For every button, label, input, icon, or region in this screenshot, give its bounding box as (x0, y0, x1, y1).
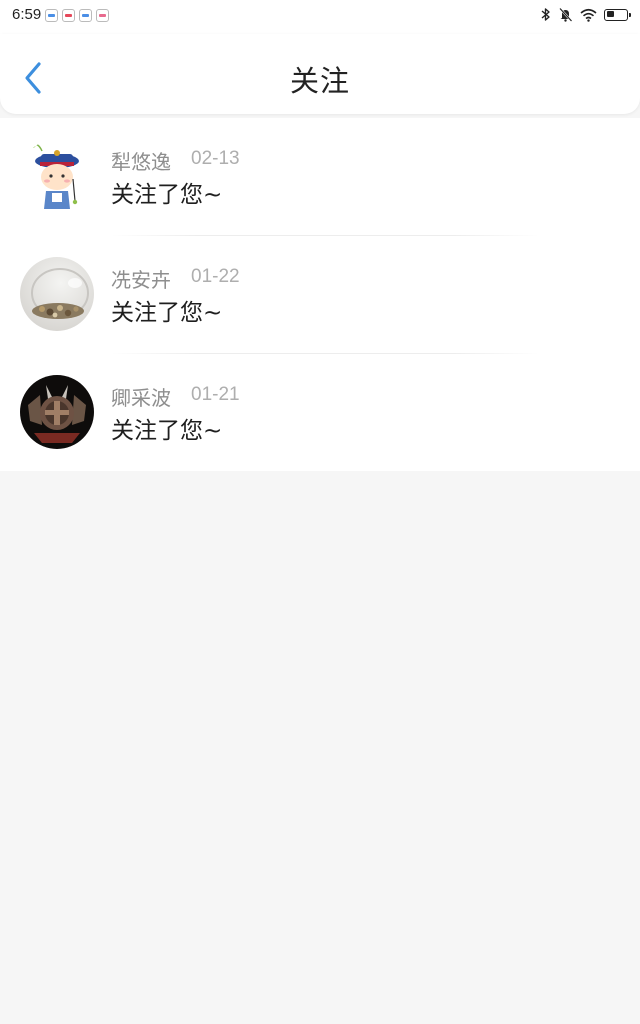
app-notification-icon (45, 9, 58, 22)
app-notification-icon (62, 9, 75, 22)
item-date: 02-13 (191, 148, 240, 169)
avatar[interactable] (20, 375, 94, 449)
dark-emblem-avatar (20, 375, 94, 449)
app-notification-icon (96, 9, 109, 22)
wifi-icon (580, 8, 597, 22)
item-message: 关注了您~ (111, 418, 223, 444)
item-message: 关注了您~ (111, 300, 223, 326)
list-item[interactable]: 卿采波 01-21 关注了您~ (0, 354, 640, 472)
list-item[interactable]: 冼安卉 01-22 关注了您~ (0, 236, 640, 354)
status-time: 6:59 (12, 6, 42, 23)
list-item[interactable]: 犁悠逸 02-13 关注了您~ (0, 118, 640, 236)
screen: 6:59 关注 犁悠逸 02-13 关注了您~ 冼安卉 01-22 关注了您~ … (0, 0, 640, 1024)
battery-icon (604, 8, 631, 21)
user-name: 卿采波 (111, 386, 171, 410)
item-message: 关注了您~ (111, 182, 223, 208)
avatar[interactable] (20, 139, 94, 213)
glass-jar-photo-avatar (20, 257, 94, 331)
notification-icons (45, 9, 109, 22)
mute-icon (559, 7, 573, 22)
cartoon-character-avatar (20, 139, 94, 213)
user-name: 冼安卉 (111, 268, 171, 292)
avatar[interactable] (20, 257, 94, 331)
header: 关注 (0, 34, 640, 114)
system-icons (541, 7, 631, 22)
user-name: 犁悠逸 (111, 150, 171, 174)
page-title: 关注 (289, 64, 350, 98)
follower-list: 犁悠逸 02-13 关注了您~ 冼安卉 01-22 关注了您~ 卿采波 01-2… (0, 118, 640, 471)
status-bar: 6:59 (0, 0, 640, 34)
bluetooth-icon (541, 8, 550, 21)
item-date: 01-21 (191, 384, 240, 405)
app-notification-icon (79, 9, 92, 22)
item-date: 01-22 (191, 266, 240, 287)
